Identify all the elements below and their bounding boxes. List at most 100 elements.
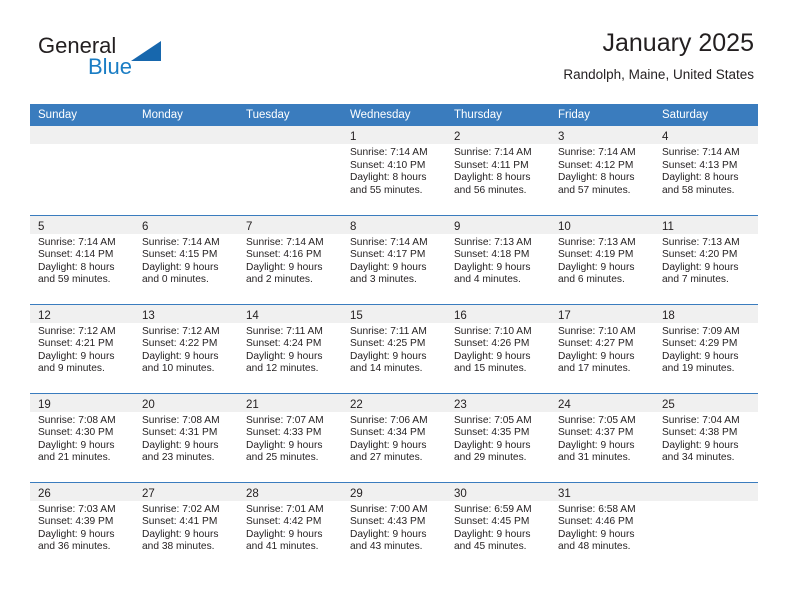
day-details: Sunrise: 7:14 AM Sunset: 4:10 PM Daylight:…: [342, 144, 446, 197]
day-number-band: 21: [238, 393, 342, 412]
sunset-time: Sunset: 4:24 PM: [246, 338, 322, 350]
sunset-time: Sunset: 4:21 PM: [38, 338, 114, 350]
calendar-day-cell[interactable]: 2 Sunrise: 7:14 AM Sunset: 4:11 PM Daylight…: [446, 126, 550, 215]
sunset-time: Sunset: 4:19 PM: [558, 249, 634, 261]
day-number-band: 25: [654, 393, 758, 412]
day-number-band: 24: [550, 393, 654, 412]
day-cell-inner: 17 Sunrise: 7:10 AM Sunset: 4:27 PM Dayligh…: [550, 304, 654, 393]
daylight-duration-line2: and 10 minutes.: [142, 363, 215, 375]
calendar-day-cell[interactable]: 23 Sunrise: 7:05 AM Sunset: 4:35 PM Dayligh…: [446, 392, 550, 482]
day-details: [30, 144, 134, 147]
daylight-duration-line1: Daylight: 8 hours: [662, 172, 739, 184]
calendar-day-cell[interactable]: 9 Sunrise: 7:13 AM Sunset: 4:18 PM Daylight…: [446, 214, 550, 304]
calendar-day-cell[interactable]: 16 Sunrise: 7:10 AM Sunset: 4:26 PM Dayligh…: [446, 303, 550, 393]
sunrise-time: Sunrise: 7:07 AM: [246, 414, 324, 426]
day-number: 23: [454, 398, 467, 411]
calendar-day-cell[interactable]: 15 Sunrise: 7:11 AM Sunset: 4:25 PM Dayligh…: [342, 303, 446, 393]
calendar-day-cell[interactable]: 6 Sunrise: 7:14 AM Sunset: 4:15 PM Daylight…: [134, 214, 238, 304]
calendar-day-cell[interactable]: 30 Sunrise: 6:59 AM Sunset: 4:45 PM Dayligh…: [446, 481, 550, 571]
calendar-day-cell[interactable]: 7 Sunrise: 7:14 AM Sunset: 4:16 PM Daylight…: [238, 214, 342, 304]
calendar-day-cell[interactable]: 31 Sunrise: 6:58 AM Sunset: 4:46 PM Dayligh…: [550, 481, 654, 571]
calendar-day-cell[interactable]: 22 Sunrise: 7:06 AM Sunset: 4:34 PM Dayligh…: [342, 392, 446, 482]
calendar-day-cell[interactable]: 27 Sunrise: 7:02 AM Sunset: 4:41 PM Dayligh…: [134, 481, 238, 572]
daylight-duration-line2: and 38 minutes.: [142, 541, 215, 553]
calendar-day-cell[interactable]: 29 Sunrise: 7:00 AM Sunset: 4:43 PM Dayligh…: [342, 481, 446, 572]
daylight-duration-line1: Daylight: 8 hours: [350, 172, 427, 184]
daylight-duration-line1: Daylight: 9 hours: [350, 350, 427, 362]
daylight-duration-line1: Daylight: 9 hours: [246, 350, 323, 362]
day-cell-inner: [30, 126, 134, 215]
calendar-day-cell[interactable]: 17 Sunrise: 7:10 AM Sunset: 4:27 PM Dayligh…: [550, 303, 654, 393]
sunset-time: Sunset: 4:15 PM: [142, 249, 218, 261]
calendar-day-cell[interactable]: 14 Sunrise: 7:11 AM Sunset: 4:24 PM Dayligh…: [238, 303, 342, 393]
day-details: Sunrise: 7:14 AM Sunset: 4:12 PM Daylight:…: [550, 144, 654, 197]
calendar-day-cell[interactable]: 11 Sunrise: 7:13 AM Sunset: 4:20 PM Dayligh…: [654, 214, 758, 304]
sunrise-time: Sunrise: 7:14 AM: [454, 147, 532, 158]
daylight-duration-line2: and 17 minutes.: [558, 363, 631, 375]
sunset-time: Sunset: 4:29 PM: [662, 338, 738, 350]
daylight-duration-line2: and 41 minutes.: [246, 541, 319, 553]
sunset-time: Sunset: 4:41 PM: [142, 516, 218, 528]
sunset-time: Sunset: 4:46 PM: [558, 516, 634, 528]
day-details: Sunrise: 6:59 AM Sunset: 4:45 PM Daylight:…: [446, 501, 550, 554]
calendar-day-cell[interactable]: 5 Sunrise: 7:14 AM Sunset: 4:14 PM Daylight…: [30, 214, 134, 304]
day-cell-inner: [134, 126, 238, 215]
logo-text-blue: Blue: [88, 54, 133, 79]
day-number: 27: [142, 487, 155, 500]
sunrise-time: Sunrise: 7:14 AM: [38, 236, 116, 248]
daylight-duration-line2: and 45 minutes.: [454, 541, 527, 553]
daylight-duration-line1: Daylight: 9 hours: [662, 261, 739, 273]
calendar-day-cell[interactable]: 3 Sunrise: 7:14 AM Sunset: 4:12 PM Daylight…: [550, 126, 654, 215]
daylight-duration-line2: and 55 minutes.: [350, 184, 423, 196]
day-cell-inner: 29 Sunrise: 7:00 AM Sunset: 4:43 PM Dayligh…: [342, 482, 446, 572]
day-cell-inner: 24 Sunrise: 7:05 AM Sunset: 4:37 PM Dayligh…: [550, 393, 654, 482]
day-number: 3: [558, 131, 565, 143]
day-details: Sunrise: 7:00 AM Sunset: 4:43 PM Daylight:…: [342, 501, 446, 554]
weekday-header-sunday: Sunday: [30, 104, 134, 126]
day-cell-inner: 26 Sunrise: 7:03 AM Sunset: 4:39 PM Dayligh…: [30, 482, 134, 572]
calendar-day-cell[interactable]: 24 Sunrise: 7:05 AM Sunset: 4:37 PM Dayligh…: [550, 392, 654, 482]
daylight-duration-line2: and 29 minutes.: [454, 452, 527, 464]
daylight-duration-line1: Daylight: 9 hours: [454, 261, 531, 273]
calendar-day-cell[interactable]: 8 Sunrise: 7:14 AM Sunset: 4:17 PM Daylight…: [342, 214, 446, 304]
daylight-duration-line1: Daylight: 9 hours: [142, 261, 219, 273]
calendar-day-cell[interactable]: 28 Sunrise: 7:01 AM Sunset: 4:42 PM Dayligh…: [238, 481, 342, 571]
day-number-band: 30: [446, 482, 550, 501]
day-cell-inner: 27 Sunrise: 7:02 AM Sunset: 4:41 PM Dayligh…: [134, 482, 238, 572]
sunrise-time: Sunrise: 7:06 AM: [350, 414, 428, 426]
day-number-band: 27: [134, 482, 238, 501]
day-details: Sunrise: 7:14 AM Sunset: 4:16 PM Daylight:…: [238, 234, 342, 287]
day-details: Sunrise: 7:08 AM Sunset: 4:30 PM Daylight:…: [30, 412, 134, 465]
calendar-day-cell[interactable]: 26 Sunrise: 7:03 AM Sunset: 4:39 PM Dayligh…: [30, 481, 134, 572]
day-details: Sunrise: 7:04 AM Sunset: 4:38 PM Daylight:…: [654, 412, 758, 465]
sunrise-time: Sunrise: 7:13 AM: [454, 236, 532, 248]
calendar-day-cell[interactable]: 19 Sunrise: 7:08 AM Sunset: 4:30 PM Dayligh…: [30, 392, 134, 482]
day-number-band: 19: [30, 393, 134, 412]
calendar-day-cell[interactable]: 4 Sunrise: 7:14 AM Sunset: 4:13 PM Daylight…: [654, 126, 758, 215]
day-number: 18: [662, 309, 675, 322]
calendar-day-cell[interactable]: 12 Sunrise: 7:12 AM Sunset: 4:21 PM Dayligh…: [30, 303, 134, 393]
daylight-duration-line2: and 4 minutes.: [454, 274, 521, 286]
calendar-day-cell[interactable]: 13 Sunrise: 7:12 AM Sunset: 4:22 PM Dayligh…: [134, 303, 238, 393]
triangle-flag-icon: [131, 41, 161, 61]
daylight-duration-line1: Daylight: 9 hours: [454, 528, 531, 540]
day-cell-inner: 5 Sunrise: 7:14 AM Sunset: 4:14 PM Daylight…: [30, 215, 134, 304]
daylight-duration-line2: and 27 minutes.: [350, 452, 423, 464]
calendar-day-cell[interactable]: 21 Sunrise: 7:07 AM Sunset: 4:33 PM Dayligh…: [238, 392, 342, 482]
day-cell-inner: 22 Sunrise: 7:06 AM Sunset: 4:34 PM Dayligh…: [342, 393, 446, 482]
day-number: 19: [38, 398, 51, 411]
daylight-duration-line1: Daylight: 9 hours: [350, 261, 427, 273]
day-number-band: 13: [134, 304, 238, 323]
sunrise-time: Sunrise: 7:12 AM: [142, 325, 220, 337]
day-number-band: 15: [342, 304, 446, 323]
sunrise-time: Sunrise: 7:14 AM: [350, 147, 428, 158]
calendar-day-cell[interactable]: 18 Sunrise: 7:09 AM Sunset: 4:29 PM Dayligh…: [654, 303, 758, 393]
daylight-duration-line2: and 23 minutes.: [142, 452, 215, 464]
general-blue-logo[interactable]: General Blue: [38, 33, 268, 85]
calendar-day-cell[interactable]: 10 Sunrise: 7:13 AM Sunset: 4:19 PM Dayligh…: [550, 214, 654, 304]
calendar-day-cell[interactable]: 25 Sunrise: 7:04 AM Sunset: 4:38 PM Dayligh…: [654, 392, 758, 482]
day-details: Sunrise: 7:09 AM Sunset: 4:29 PM Daylight:…: [654, 323, 758, 376]
calendar-day-cell[interactable]: 1 Sunrise: 7:14 AM Sunset: 4:10 PM Daylight…: [342, 126, 446, 215]
day-number: 12: [38, 309, 51, 322]
calendar-day-cell[interactable]: 20 Sunrise: 7:08 AM Sunset: 4:31 PM Dayligh…: [134, 392, 238, 482]
